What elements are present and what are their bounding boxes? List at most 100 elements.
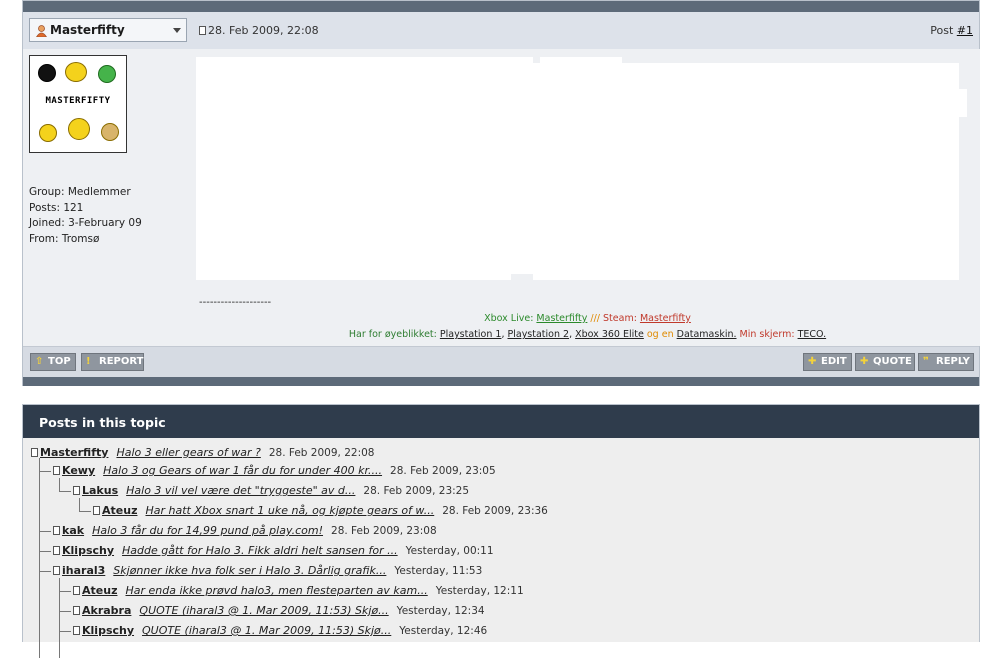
document-icon xyxy=(53,566,60,575)
topic-post-author[interactable]: iharal3 xyxy=(62,564,105,577)
topic-post-author[interactable]: Lakus xyxy=(82,484,118,497)
top-button-label: TOP xyxy=(48,356,71,367)
post-top-bar xyxy=(23,1,979,12)
report-button[interactable]: ! REPORT xyxy=(81,353,144,371)
user-group: Group: Medlemmer xyxy=(29,186,131,198)
signature-separator-text: /// xyxy=(587,313,604,324)
avatar-text: MASTERFIFTY xyxy=(45,96,111,106)
xbox-label: Xbox Live: xyxy=(484,313,537,324)
document-icon xyxy=(199,26,206,35)
grin-smiley-icon xyxy=(98,65,116,83)
document-icon xyxy=(31,448,38,457)
topic-post-author[interactable]: Kewy xyxy=(62,464,95,477)
topic-tree-panel: Posts in this topic Masterfifty Halo 3 el… xyxy=(22,404,980,658)
document-icon xyxy=(93,506,100,515)
signature-line-2: Har for øyeblikket: Playstation 1, Plays… xyxy=(195,329,980,340)
topic-post-subject[interactable]: Halo 3 vil vel være det "tryggeste" av d… xyxy=(126,484,355,497)
topic-post-subject[interactable]: QUOTE (iharal3 @ 1. Mar 2009, 11:53) Skj… xyxy=(142,624,391,637)
topic-post-author[interactable]: Klipschy xyxy=(62,544,114,557)
topic-post-subject[interactable]: QUOTE (iharal3 @ 1. Mar 2009, 11:53) Skj… xyxy=(139,604,388,617)
steam-link[interactable]: Masterfifty xyxy=(640,313,691,324)
topic-post-date: 28. Feb 2009, 23:08 xyxy=(331,525,437,537)
topic-post-date: Yesterday, 00:11 xyxy=(405,545,494,557)
topic-tree-title: Posts in this topic xyxy=(39,415,166,430)
topic-post-subject[interactable]: Skjønner ikke hva folk ser i Halo 3. Dår… xyxy=(113,564,386,577)
topic-post-author[interactable]: kak xyxy=(62,524,84,537)
post-number-link[interactable]: #1 xyxy=(957,24,973,37)
document-icon xyxy=(73,626,80,635)
reply-button[interactable]: ❞ REPLY xyxy=(918,353,974,371)
quote-button[interactable]: ✚ QUOTE xyxy=(855,353,915,371)
list-item: iharal3 Skjønner ikke hva folk ser i Halo… xyxy=(53,564,482,584)
post-content-blank xyxy=(196,57,533,274)
topic-post-date: Yesterday, 12:11 xyxy=(435,585,524,597)
helmet-smiley-icon xyxy=(101,123,119,141)
post-content-blank xyxy=(196,274,511,280)
document-icon xyxy=(53,466,60,475)
user-post-count: Posts: 121 xyxy=(29,201,84,214)
chevron-down-icon xyxy=(173,28,181,33)
bomb-icon xyxy=(38,64,56,82)
top-button[interactable]: ⇧ TOP xyxy=(30,353,76,371)
post-content-blank xyxy=(533,63,959,280)
topic-post-subject[interactable]: Har enda ikke prøvd halo3, men flestepar… xyxy=(125,584,427,597)
screen-label: Min skjerm: xyxy=(736,329,798,340)
list-item: kak Halo 3 får du for 14,99 pund på play.… xyxy=(53,524,437,544)
topic-post-author[interactable]: Ateuz xyxy=(102,504,137,517)
topic-post-author[interactable]: Ateuz xyxy=(82,584,117,597)
topic-post-date: 28. Feb 2009, 23:36 xyxy=(442,505,548,517)
topic-post-date: 28. Feb 2009, 23:05 xyxy=(390,465,496,477)
smiley-icon xyxy=(39,124,57,142)
plus-icon: ✚ xyxy=(808,356,817,367)
username-dropdown[interactable]: Masterfifty xyxy=(29,18,187,42)
reply-button-label: REPLY xyxy=(936,356,970,367)
signature-separator: -------------------- xyxy=(199,297,272,308)
topic-post-author[interactable]: Akrabra xyxy=(82,604,131,617)
list-item: Ateuz Har hatt Xbox snart 1 uke nå, og kj… xyxy=(93,504,548,524)
arrow-up-icon: ⇧ xyxy=(35,356,44,367)
xbox-live-link[interactable]: Masterfifty xyxy=(536,313,587,324)
document-icon xyxy=(73,586,80,595)
playstation1-link[interactable]: Playstation 1 xyxy=(440,329,502,340)
list-item: Lakus Halo 3 vil vel være det "tryggeste"… xyxy=(73,484,469,504)
topic-post-date: Yesterday, 12:46 xyxy=(399,625,488,637)
topic-post-subject[interactable]: Halo 3 får du for 14,99 pund på play.com… xyxy=(92,524,323,537)
signature-line-1: Xbox Live: Masterfifty /// Steam: Master… xyxy=(195,313,980,324)
post-date-text: 28. Feb 2009, 22:08 xyxy=(208,24,319,37)
document-icon xyxy=(53,546,60,555)
edit-button[interactable]: ✚ EDIT xyxy=(803,353,852,371)
quote-button-label: QUOTE xyxy=(873,356,912,367)
user-joined: Joined: 3-February 09 xyxy=(29,217,142,229)
plus-icon: ✚ xyxy=(860,356,869,367)
author-panel: MASTERFIFTY Group: Medlemmer Posts: 121 … xyxy=(23,49,195,346)
post-content-blank xyxy=(959,89,967,117)
post-label: Post xyxy=(930,24,957,37)
list-item: Ateuz Har enda ikke prøvd halo3, men fles… xyxy=(73,584,524,604)
topic-post-subject[interactable]: Har hatt Xbox snart 1 uke nå, og kjøpte … xyxy=(145,504,434,517)
document-icon xyxy=(53,526,60,535)
topic-post-subject[interactable]: Hadde gått for Halo 3. Fikk aldri helt s… xyxy=(122,544,398,557)
screen-link[interactable]: TECO. xyxy=(798,329,827,340)
post-body: -------------------- Xbox Live: Masterfi… xyxy=(195,49,980,346)
edit-button-label: EDIT xyxy=(821,356,847,367)
list-item: Klipschy Hadde gått for Halo 3. Fikk aldr… xyxy=(53,544,494,564)
user-info: Group: Medlemmer Posts: 121 Joined: 3-Fe… xyxy=(29,185,142,247)
post-number: Post #1 xyxy=(930,24,973,37)
document-icon xyxy=(73,606,80,615)
topic-post-subject[interactable]: Halo 3 eller gears of war ? xyxy=(116,446,260,459)
user-location: From: Tromsø xyxy=(29,232,100,245)
topic-post-date: 28. Feb 2009, 23:25 xyxy=(363,485,470,497)
topic-post-subject[interactable]: Halo 3 og Gears of war 1 får du for unde… xyxy=(103,464,382,477)
and-text: og en xyxy=(643,329,677,340)
playstation2-link[interactable]: Playstation 2 xyxy=(508,329,570,340)
post-container: Masterfifty 28. Feb 2009, 22:08 Post #1 … xyxy=(22,0,980,386)
eyes-smiley-icon xyxy=(65,62,87,82)
topic-post-date: 28. Feb 2009, 22:08 xyxy=(268,447,375,459)
user-icon xyxy=(36,25,47,37)
topic-post-author[interactable]: Klipschy xyxy=(82,624,134,637)
list-item: Kewy Halo 3 og Gears of war 1 får du for … xyxy=(53,464,496,484)
topic-post-author[interactable]: Masterfifty xyxy=(40,446,108,459)
xbox360-link[interactable]: Xbox 360 Elite xyxy=(575,329,644,340)
computer-link[interactable]: Datamaskin. xyxy=(677,329,737,340)
steam-label: Steam: xyxy=(603,313,640,324)
